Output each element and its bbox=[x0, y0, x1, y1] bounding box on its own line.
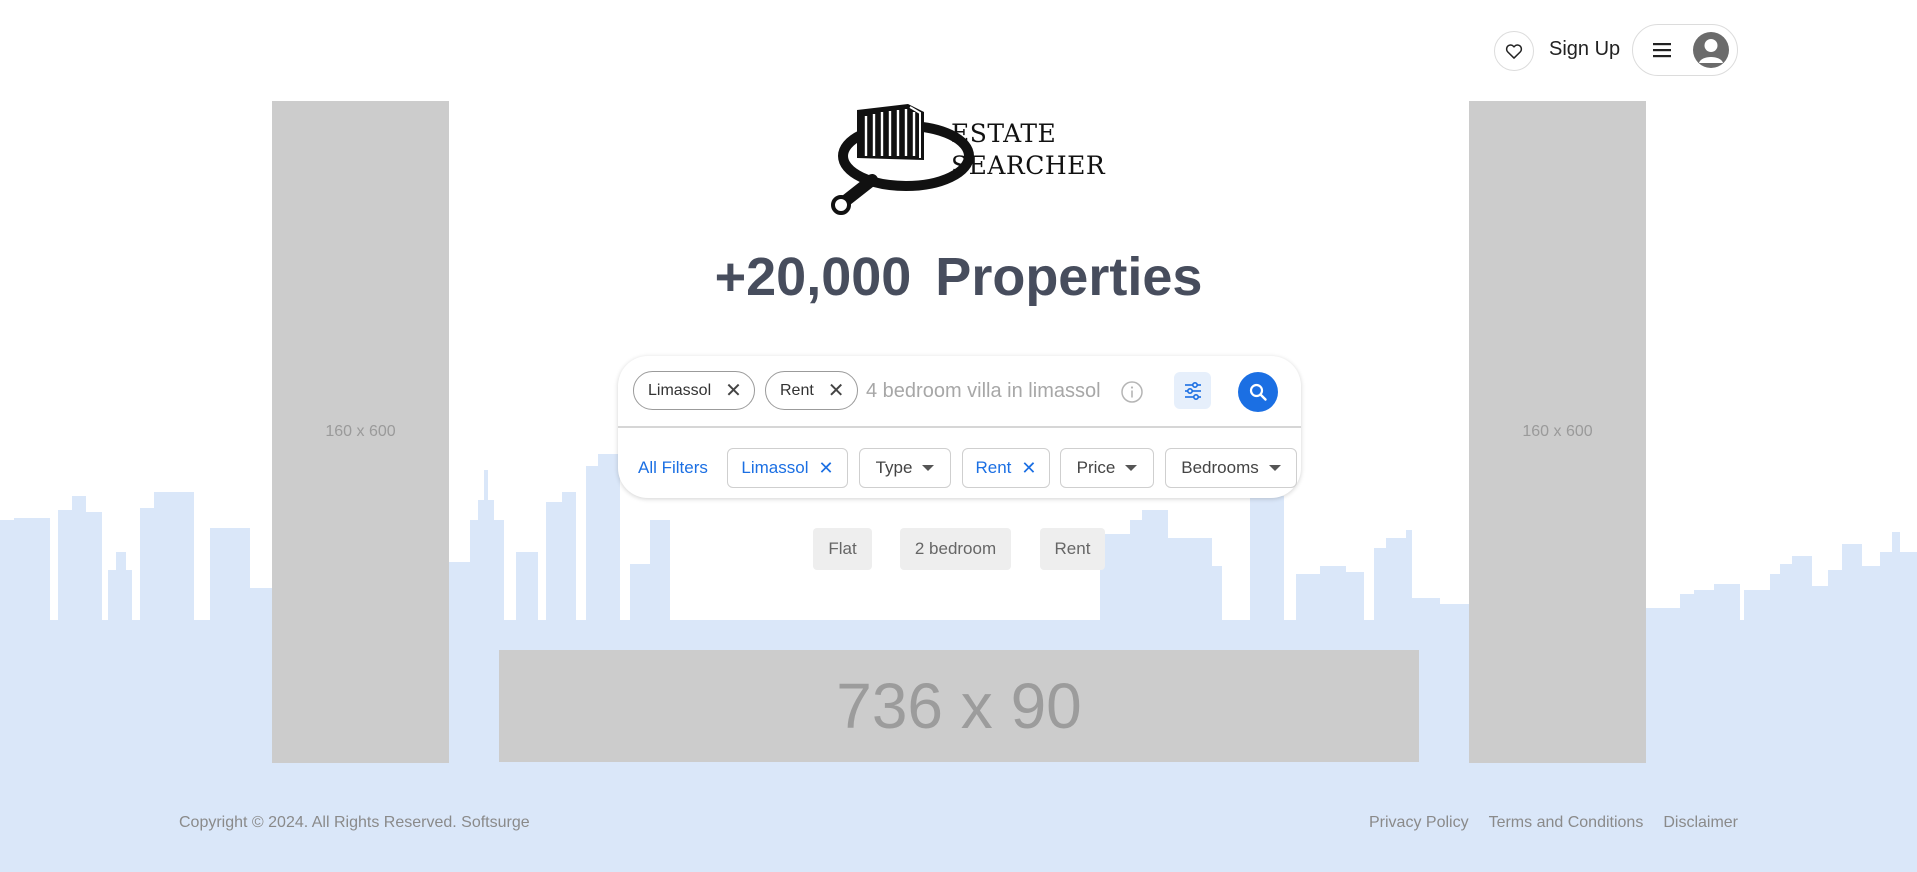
advanced-filters-button[interactable] bbox=[1174, 372, 1211, 409]
brand-name-line2: SEARCHER bbox=[951, 151, 1106, 180]
disclaimer-link[interactable]: Disclaimer bbox=[1663, 814, 1738, 832]
account-menu-button[interactable] bbox=[1632, 24, 1738, 76]
footer-links: Privacy Policy Terms and Conditions Disc… bbox=[1369, 814, 1738, 832]
user-avatar-icon bbox=[1693, 32, 1729, 68]
caret-down-icon bbox=[922, 465, 935, 471]
suggestion-tag[interactable]: 2 bedroom bbox=[900, 528, 1011, 570]
close-icon[interactable]: ✕ bbox=[1021, 459, 1036, 477]
search-submit-button[interactable] bbox=[1238, 372, 1278, 412]
page-headline: +20,000 Properties bbox=[0, 246, 1917, 308]
ad-skyscraper-right[interactable]: 160 x 600 bbox=[1469, 101, 1646, 763]
property-label: Properties bbox=[935, 247, 1203, 307]
caret-down-icon bbox=[1268, 465, 1281, 471]
search-icon bbox=[1249, 383, 1267, 401]
close-icon[interactable]: ✕ bbox=[725, 381, 742, 401]
filter-bar: All Filters Limassol ✕ Type Rent ✕ Price… bbox=[618, 448, 1301, 488]
filter-bedrooms[interactable]: Bedrooms bbox=[1165, 448, 1297, 488]
search-chip-location[interactable]: Limassol ✕ bbox=[633, 371, 755, 410]
terms-link[interactable]: Terms and Conditions bbox=[1489, 814, 1644, 832]
search-card: Limassol ✕ Rent ✕ All Filters Limassol bbox=[618, 356, 1301, 498]
info-icon[interactable] bbox=[1120, 380, 1144, 404]
ad-leaderboard[interactable]: 736 x 90 bbox=[499, 650, 1419, 762]
property-count: +20,000 bbox=[714, 247, 912, 307]
copyright-text: Copyright © 2024. All Rights Reserved. S… bbox=[179, 814, 530, 831]
brand-name: ESTATE SEARCHER bbox=[951, 118, 1105, 182]
suggestion-tag[interactable]: Flat bbox=[813, 528, 872, 570]
filter-label: Rent bbox=[975, 458, 1012, 477]
chip-label: Limassol bbox=[648, 381, 712, 399]
caret-down-icon bbox=[1125, 465, 1138, 471]
close-icon[interactable]: ✕ bbox=[828, 381, 845, 401]
filter-location[interactable]: Limassol ✕ bbox=[727, 448, 848, 488]
hamburger-icon bbox=[1653, 43, 1671, 58]
favorites-button[interactable] bbox=[1494, 31, 1534, 71]
filter-deal-type[interactable]: Rent ✕ bbox=[962, 448, 1050, 488]
filter-label: Limassol bbox=[741, 458, 809, 477]
brand-name-line1: ESTATE bbox=[951, 119, 1057, 148]
filter-type[interactable]: Type bbox=[859, 448, 951, 488]
filter-label: Bedrooms bbox=[1181, 458, 1259, 477]
all-filters-link[interactable]: All Filters bbox=[638, 458, 708, 478]
privacy-policy-link[interactable]: Privacy Policy bbox=[1369, 814, 1469, 832]
ad-skyscraper-left[interactable]: 160 x 600 bbox=[272, 101, 449, 763]
search-chip-deal-type[interactable]: Rent ✕ bbox=[765, 371, 858, 410]
filter-price[interactable]: Price bbox=[1060, 448, 1154, 488]
filter-label: Type bbox=[875, 458, 913, 477]
heart-outline-icon bbox=[1505, 44, 1523, 59]
chip-label: Rent bbox=[780, 381, 814, 399]
search-bar: Limassol ✕ Rent ✕ bbox=[618, 356, 1301, 428]
close-icon[interactable]: ✕ bbox=[819, 459, 834, 477]
filter-label: Price bbox=[1076, 458, 1116, 477]
sign-up-link[interactable]: Sign Up bbox=[1549, 38, 1620, 61]
search-input[interactable] bbox=[866, 376, 1126, 406]
suggestion-tag[interactable]: Rent bbox=[1040, 528, 1105, 570]
sliders-icon bbox=[1184, 381, 1201, 400]
